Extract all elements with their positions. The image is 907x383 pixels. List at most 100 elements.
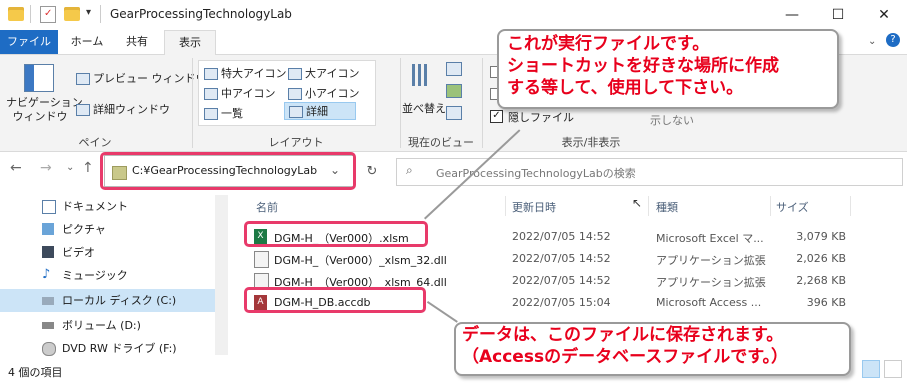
large-icons-icon [288, 68, 302, 80]
column-divider[interactable] [505, 196, 506, 216]
column-header-date[interactable]: 更新日時 [512, 199, 556, 215]
details-pane-label: 詳細ウィンドウ [93, 103, 170, 116]
sidebar-item-documents[interactable]: ドキュメント [0, 195, 215, 218]
dll-icon [254, 251, 269, 268]
file-date: 2022/07/05 14:52 [512, 274, 611, 287]
hide-selected-label[interactable]: 示しない [650, 112, 694, 128]
highlight-xlsm [244, 221, 428, 247]
sort-button[interactable]: 並べ替え [402, 100, 446, 116]
picture-icon [42, 223, 54, 235]
refresh-button[interactable]: ↻ [360, 159, 384, 185]
column-header-name[interactable]: 名前 [256, 199, 278, 215]
column-divider[interactable] [850, 196, 851, 216]
file-size: 3,079 KB [796, 230, 846, 243]
dvd-icon [42, 342, 56, 356]
folder-icon [8, 7, 24, 21]
sidebar-item-label: ボリューム (D:) [62, 319, 141, 332]
layout-medium-icons[interactable]: 中アイコン [204, 85, 275, 101]
layout-label: 中アイコン [221, 87, 276, 100]
column-header-size[interactable]: サイズ [776, 199, 809, 215]
divider [30, 5, 31, 23]
tab-share[interactable]: 共有 [114, 30, 160, 54]
sidebar-item-label: ピクチャ [62, 223, 106, 236]
drive-icon [42, 297, 54, 305]
hidden-files-checkbox[interactable]: ✓ [490, 110, 503, 123]
file-size: 2,268 KB [796, 274, 846, 287]
forward-button[interactable]: → [40, 160, 52, 176]
tab-view[interactable]: 表示 [164, 30, 216, 56]
properties-icon[interactable]: ✓ [40, 6, 56, 23]
divider [100, 5, 101, 23]
preview-pane-button[interactable]: プレビュー ウィンドウ [76, 70, 207, 86]
sidebar-item-local-disk-c[interactable]: ローカル ディスク (C:) [0, 289, 215, 312]
column-divider[interactable] [770, 196, 771, 216]
up-button[interactable]: ↑ [82, 160, 94, 176]
extra-large-icons-icon [204, 68, 218, 80]
group-label-current-view: 現在のビュー [408, 136, 474, 149]
layout-label: 一覧 [221, 107, 243, 120]
close-button[interactable]: ✕ [861, 0, 907, 30]
quick-access-dropdown-icon[interactable]: ▾ [86, 7, 91, 18]
sidebar-item-dvd-f[interactable]: DVD RW ドライブ (F:) [0, 337, 215, 360]
sidebar-item-label: ドキュメント [62, 200, 128, 213]
recent-dropdown-icon[interactable]: ⌄ [66, 162, 74, 173]
sidebar-item-videos[interactable]: ビデオ [0, 241, 215, 264]
file-type: アプリケーション拡張 [656, 276, 766, 289]
preview-pane-label: プレビュー ウィンドウ [93, 72, 207, 85]
new-folder-icon[interactable] [64, 7, 80, 21]
layout-list[interactable]: 一覧 [204, 105, 243, 121]
size-columns-icon[interactable] [446, 106, 462, 120]
group-by-icon[interactable] [446, 62, 462, 76]
sidebar-item-label: ビデオ [62, 246, 95, 259]
file-type: Microsoft Excel マ... [656, 232, 764, 245]
help-icon[interactable]: ? [886, 33, 900, 47]
maximize-button[interactable]: ☐ [815, 0, 861, 30]
mouse-cursor-icon: ↖ [632, 196, 643, 210]
add-columns-icon[interactable] [446, 84, 462, 98]
file-size: 396 KB [806, 296, 846, 309]
layout-extra-large-icons[interactable]: 特大アイコン [204, 65, 286, 81]
tab-file[interactable]: ファイル [0, 30, 58, 54]
layout-details[interactable]: 詳細 [284, 102, 356, 120]
sidebar-item-music[interactable]: ♪ ミュージック [0, 264, 215, 287]
large-icons-view-icon[interactable] [884, 360, 902, 378]
navigation-scrollbar[interactable] [215, 195, 228, 355]
column-header-type[interactable]: 種類 [656, 199, 678, 215]
file-size: 2,026 KB [796, 252, 846, 265]
group-separator [192, 58, 193, 148]
details-view-icon[interactable] [862, 360, 880, 378]
small-icons-icon [288, 88, 302, 100]
medium-icons-icon [204, 88, 218, 100]
hidden-files-label: 隠しファイル [508, 111, 574, 124]
details-pane-button[interactable]: 詳細ウィンドウ [76, 101, 170, 117]
table-row[interactable]: DGM-H_（Ver000）_xlsm_32.dll 2022/07/05 14… [244, 248, 854, 270]
tab-home[interactable]: ホーム [64, 30, 110, 54]
sidebar-item-pictures[interactable]: ピクチャ [0, 218, 215, 241]
sort-icon [412, 64, 432, 86]
minimize-button[interactable]: — [769, 0, 815, 30]
details-pane-icon [76, 104, 90, 116]
preview-pane-icon [76, 73, 90, 85]
layout-label: 詳細 [306, 105, 328, 118]
navigation-pane-icon[interactable] [24, 64, 54, 92]
sidebar-item-volume-d[interactable]: ボリューム (D:) [0, 314, 215, 337]
file-date: 2022/07/05 14:52 [512, 230, 611, 243]
back-button[interactable]: ← [10, 160, 22, 176]
group-label-pane: ペイン [78, 136, 112, 149]
sidebar-item-label: ローカル ディスク (C:) [62, 294, 177, 307]
sidebar-item-label: DVD RW ドライブ (F:) [62, 342, 177, 355]
column-divider[interactable] [648, 196, 649, 216]
navigation-pane-button[interactable]: ナビゲーション ウィンドウ [6, 96, 83, 124]
window-title: GearProcessingTechnologyLab [110, 7, 292, 21]
layout-label: 特大アイコン [221, 67, 287, 80]
file-date: 2022/07/05 14:52 [512, 252, 611, 265]
callout-database-line: （Accessのデータベースファイルです。） [462, 347, 789, 367]
ribbon-collapse-icon[interactable]: ⌄ [868, 36, 876, 47]
callout-database-line: データは、このファイルに保存されます。 [462, 325, 784, 345]
layout-small-icons[interactable]: 小アイコン [288, 85, 359, 101]
file-type: アプリケーション拡張 [656, 254, 766, 267]
status-item-count: 4 個の項目 [8, 366, 63, 379]
layout-large-icons[interactable]: 大アイコン [288, 65, 359, 81]
file-name: DGM-H_（Ver000）_xlsm_32.dll [274, 254, 447, 267]
highlight-address [100, 152, 356, 190]
